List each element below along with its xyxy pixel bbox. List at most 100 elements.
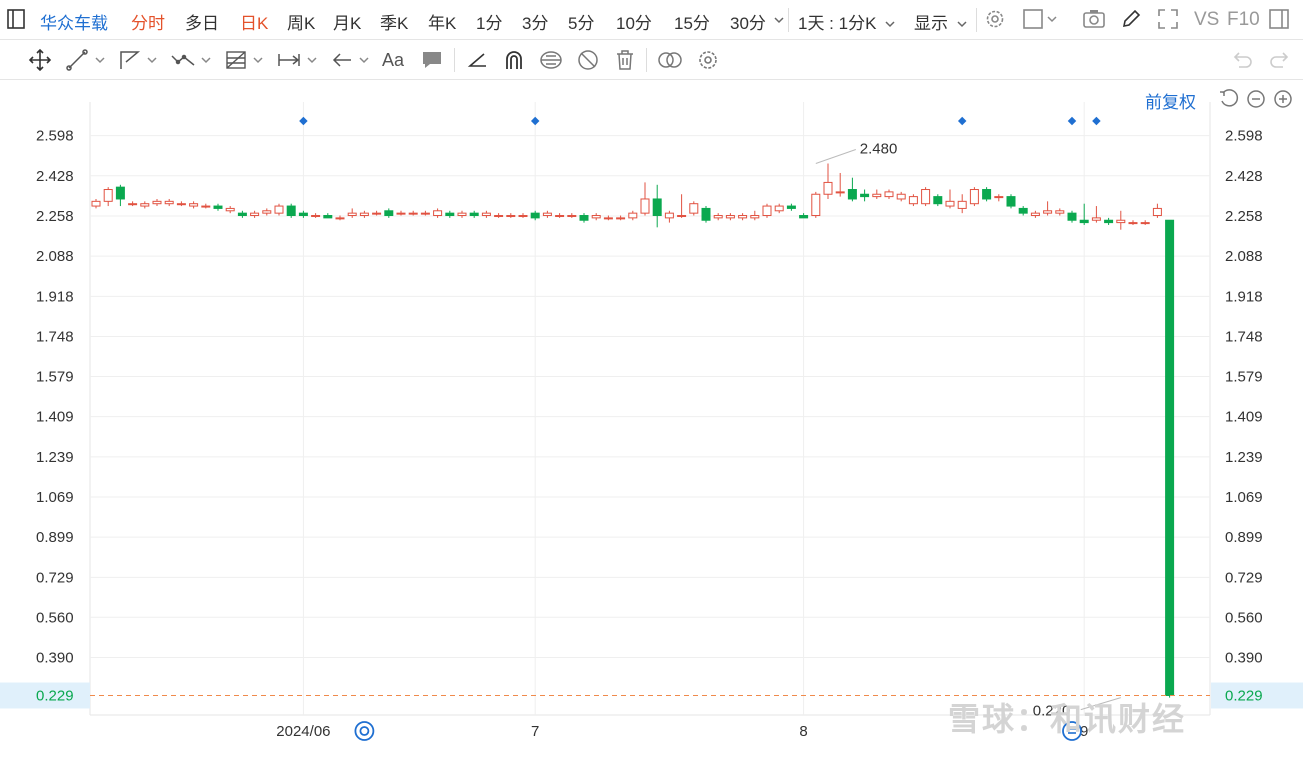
drawing-toolbar: Aa xyxy=(0,40,1303,80)
info-circle-inner xyxy=(359,726,370,736)
candle-body xyxy=(603,217,613,220)
comment-icon[interactable] xyxy=(420,48,444,77)
chevron-down-icon[interactable] xyxy=(252,54,264,66)
chevron-down-icon[interactable] xyxy=(94,54,106,66)
stock-name[interactable]: 华众车载 xyxy=(40,9,108,34)
compare-icon[interactable] xyxy=(656,48,684,77)
candle-body xyxy=(994,196,1004,199)
event-marker xyxy=(1092,116,1101,126)
candle-body xyxy=(799,215,809,219)
move-icon[interactable] xyxy=(28,48,52,77)
f10-button[interactable]: F10 xyxy=(1227,9,1260,31)
tab-11[interactable]: 15分 xyxy=(674,9,710,34)
y-tick-left: 2.598 xyxy=(36,128,74,145)
tab-6[interactable]: 年K xyxy=(428,9,456,34)
candle-body xyxy=(628,212,638,219)
y-tick-right: 0.560 xyxy=(1225,609,1263,626)
candle-body xyxy=(872,193,882,198)
fibonacci-tool-icon[interactable] xyxy=(224,48,248,77)
y-tick-left: 2.428 xyxy=(36,168,74,185)
arrow-tool-icon[interactable] xyxy=(330,48,354,77)
candle-body xyxy=(237,212,247,217)
y-tick-left: 2.088 xyxy=(36,248,74,265)
candle-body xyxy=(506,215,516,218)
tab-9[interactable]: 5分 xyxy=(568,9,594,34)
zoom-out-icon[interactable] xyxy=(1245,88,1267,115)
chevron-down-icon[interactable] xyxy=(773,15,785,25)
candle-body xyxy=(921,189,931,205)
tab-0[interactable]: 分时 xyxy=(131,9,165,34)
y-tick-left: 1.748 xyxy=(36,329,74,346)
candle-body xyxy=(1079,219,1089,224)
candle-body xyxy=(433,210,443,217)
candlestick-chart[interactable]: 2.598 2.598 2.428 2.428 2.258 2.258 2.088 2.088… xyxy=(0,80,1303,753)
chevron-down-icon[interactable] xyxy=(200,54,212,66)
sidebar-toggle-icon[interactable] xyxy=(1268,8,1290,35)
y-tick-left: 0.390 xyxy=(36,649,74,666)
camera-icon[interactable] xyxy=(1082,8,1106,35)
measure-tool-icon[interactable] xyxy=(276,48,302,77)
magnet-icon[interactable] xyxy=(502,48,526,77)
tab-2[interactable]: 日K xyxy=(240,9,268,34)
tab-10[interactable]: 10分 xyxy=(616,9,652,34)
line-tool-icon[interactable] xyxy=(66,48,88,77)
candle-body xyxy=(750,215,760,219)
redo-icon[interactable] xyxy=(1268,48,1292,77)
trash-icon[interactable] xyxy=(614,48,636,77)
chevron-down-icon[interactable] xyxy=(146,54,158,66)
display-select[interactable]: 显示 xyxy=(914,9,968,34)
kline-chart-area[interactable]: 2.598 2.598 2.428 2.428 2.258 2.258 2.088 2.088… xyxy=(0,80,1303,753)
adjust-mode-button[interactable]: 前复权 xyxy=(1145,88,1196,113)
tab-4[interactable]: 月K xyxy=(333,9,361,34)
tab-12[interactable]: 30分 xyxy=(730,9,766,34)
indicator-settings-icon[interactable] xyxy=(696,48,720,77)
hide-drawings-icon[interactable] xyxy=(576,48,600,77)
y-tick-left: 0.899 xyxy=(36,529,74,546)
candle-body xyxy=(481,212,491,217)
panel-toggle-icon[interactable] xyxy=(6,8,26,35)
candle-body xyxy=(725,215,735,219)
text-tool[interactable]: Aa xyxy=(382,50,404,71)
settings-icon[interactable] xyxy=(984,8,1006,35)
candle-body xyxy=(213,205,223,209)
pencil-icon[interactable] xyxy=(1120,8,1142,35)
tab-3[interactable]: 周K xyxy=(287,9,315,34)
candle-body xyxy=(677,215,687,218)
top-bar: 华众车载 分时 多日 日K 周K 月K 季K 年K 1分 3分 5分 10分 15分 30分 1天 : … xyxy=(0,0,1303,40)
y-tick-left: 2.258 xyxy=(36,208,74,225)
tab-5[interactable]: 季K xyxy=(380,9,408,34)
wave-tool-icon[interactable] xyxy=(170,48,196,77)
zoom-in-icon[interactable] xyxy=(1272,88,1294,115)
tab-8[interactable]: 3分 xyxy=(522,9,548,34)
candle-body xyxy=(823,181,833,195)
y-tick-right: 2.258 xyxy=(1225,208,1263,225)
candle-body xyxy=(384,210,394,217)
reset-icon[interactable] xyxy=(1218,88,1240,115)
divider xyxy=(976,8,977,32)
sync-icon[interactable] xyxy=(538,48,564,77)
chevron-down-icon[interactable] xyxy=(306,54,318,66)
period-select[interactable]: 1天 : 1分K xyxy=(798,9,896,34)
candle-body xyxy=(1067,212,1077,221)
chevron-down-icon[interactable] xyxy=(358,54,370,66)
candle-body xyxy=(664,212,674,219)
undo-icon[interactable] xyxy=(1230,48,1254,77)
candle-body xyxy=(103,189,113,202)
tab-7[interactable]: 1分 xyxy=(476,9,502,34)
fullscreen-icon[interactable] xyxy=(1157,8,1179,35)
layout-select-icon[interactable] xyxy=(1022,8,1062,35)
candle-body xyxy=(128,203,138,206)
candle-body xyxy=(555,215,565,218)
event-marker xyxy=(530,116,540,126)
angle-tool-icon[interactable] xyxy=(466,48,488,77)
candle-body xyxy=(1091,217,1101,221)
vs-button[interactable]: VS xyxy=(1194,9,1219,31)
y-tick-left: 1.069 xyxy=(36,489,74,506)
event-marker xyxy=(957,116,967,126)
candle-body xyxy=(1128,222,1138,225)
polyline-tool-icon[interactable] xyxy=(118,48,142,77)
tab-1[interactable]: 多日 xyxy=(185,9,219,34)
last-price-label-right: 0.229 xyxy=(1225,688,1263,705)
candle-body xyxy=(1006,196,1016,207)
candle-body xyxy=(457,212,467,217)
